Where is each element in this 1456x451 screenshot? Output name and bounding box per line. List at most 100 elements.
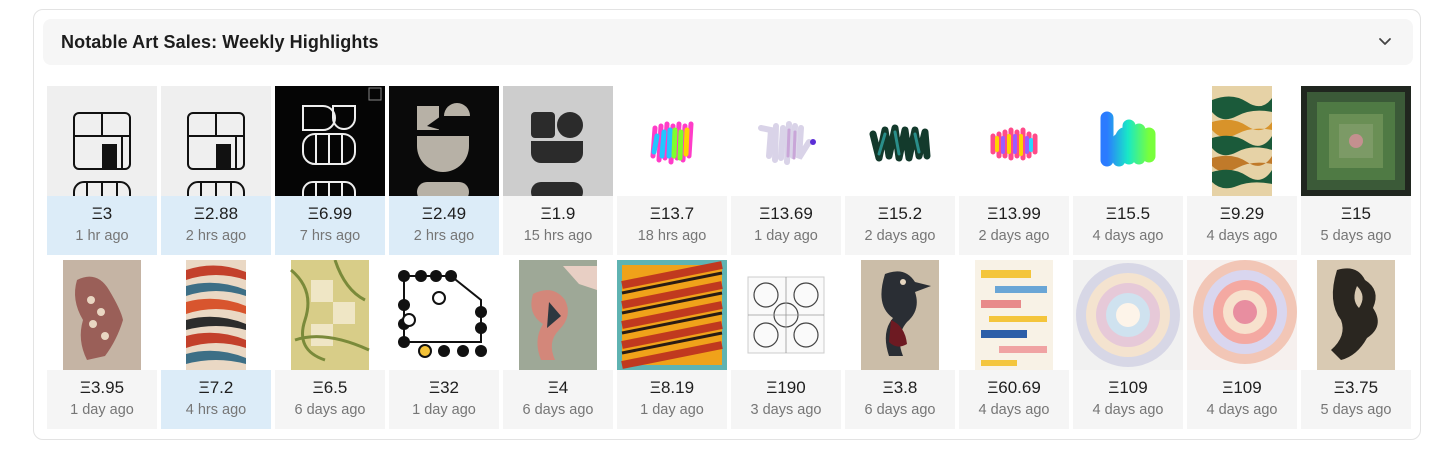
- sale-price: Ξ3: [91, 204, 113, 223]
- sale-tile[interactable]: Ξ13.7 18 hrs ago: [617, 86, 727, 255]
- sale-tile[interactable]: Ξ4 6 days ago: [503, 260, 613, 429]
- artwork-thumbnail[interactable]: [1073, 260, 1183, 370]
- sale-info: Ξ15.2 2 days ago: [845, 196, 955, 255]
- sale-tile[interactable]: Ξ190 3 days ago: [731, 260, 841, 429]
- sale-tile[interactable]: Ξ13.99 2 days ago: [959, 86, 1069, 255]
- artwork-thumbnail[interactable]: [503, 86, 613, 196]
- sale-time: 4 days ago: [1092, 402, 1164, 418]
- sale-info: Ξ2.88 2 hrs ago: [161, 196, 271, 255]
- artwork-thumbnail[interactable]: [47, 260, 157, 370]
- artwork-thumbnail[interactable]: [275, 86, 385, 196]
- sale-info: Ξ109 4 days ago: [1073, 370, 1183, 429]
- sale-tile[interactable]: Ξ2.88 2 hrs ago: [161, 86, 271, 255]
- sale-price: Ξ4: [547, 378, 569, 397]
- sale-tile[interactable]: Ξ13.69 1 day ago: [731, 86, 841, 255]
- sale-price: Ξ15.5: [1105, 204, 1151, 223]
- sale-info: Ξ9.29 4 days ago: [1187, 196, 1297, 255]
- sale-price: Ξ60.69: [987, 378, 1041, 397]
- artwork-thumbnail[interactable]: [1301, 86, 1411, 196]
- artwork-thumbnail[interactable]: [503, 260, 613, 370]
- sale-info: Ξ2.49 2 hrs ago: [389, 196, 499, 255]
- sale-tile[interactable]: Ξ109 4 days ago: [1073, 260, 1183, 429]
- sale-price: Ξ32: [429, 378, 459, 397]
- sale-time: 5 days ago: [1320, 402, 1392, 418]
- sale-info: Ξ3 1 hr ago: [47, 196, 157, 255]
- artwork-thumbnail[interactable]: [1187, 260, 1297, 370]
- artwork-thumbnail[interactable]: [1073, 86, 1183, 196]
- sale-tile[interactable]: Ξ3 1 hr ago: [47, 86, 157, 255]
- sale-tile[interactable]: Ξ3.8 6 days ago: [845, 260, 955, 429]
- artwork-thumbnail[interactable]: [1301, 260, 1411, 370]
- artwork-thumbnail[interactable]: [731, 86, 841, 196]
- sale-time: 6 days ago: [294, 402, 366, 418]
- sale-tile[interactable]: Ξ60.69 4 days ago: [959, 260, 1069, 429]
- artwork-thumbnail[interactable]: [617, 86, 727, 196]
- sale-info: Ξ13.69 1 day ago: [731, 196, 841, 255]
- artwork-thumbnail[interactable]: [959, 260, 1069, 370]
- sale-tile[interactable]: Ξ8.19 1 day ago: [617, 260, 727, 429]
- artwork-thumbnail[interactable]: [389, 260, 499, 370]
- sale-tile[interactable]: Ξ9.29 4 days ago: [1187, 86, 1297, 255]
- artwork-thumbnail[interactable]: [275, 260, 385, 370]
- sale-time: 4 days ago: [1092, 228, 1164, 244]
- sale-tile[interactable]: Ξ15 5 days ago: [1301, 86, 1411, 255]
- sale-time: 3 days ago: [750, 402, 822, 418]
- sale-price: Ξ3.95: [79, 378, 125, 397]
- sale-info: Ξ3.95 1 day ago: [47, 370, 157, 429]
- sale-price: Ξ2.49: [421, 204, 467, 223]
- sale-time: 2 days ago: [978, 228, 1050, 244]
- sale-price: Ξ9.29: [1219, 204, 1265, 223]
- artwork-thumbnail[interactable]: [161, 260, 271, 370]
- sale-tile[interactable]: Ξ109 4 days ago: [1187, 260, 1297, 429]
- sale-time: 4 days ago: [1206, 228, 1278, 244]
- sale-time: 4 days ago: [1206, 402, 1278, 418]
- sale-info: Ξ60.69 4 days ago: [959, 370, 1069, 429]
- sale-time: 4 days ago: [978, 402, 1050, 418]
- artwork-thumbnail[interactable]: [959, 86, 1069, 196]
- sale-time: 7 hrs ago: [299, 228, 361, 244]
- sale-info: Ξ15 5 days ago: [1301, 196, 1411, 255]
- sale-time: 2 hrs ago: [413, 228, 475, 244]
- sale-tile[interactable]: Ξ6.99 7 hrs ago: [275, 86, 385, 255]
- sale-tile[interactable]: Ξ3.75 5 days ago: [1301, 260, 1411, 429]
- sale-tile[interactable]: Ξ1.9 15 hrs ago: [503, 86, 613, 255]
- sale-time: 5 days ago: [1320, 228, 1392, 244]
- artwork-thumbnail[interactable]: [47, 86, 157, 196]
- artwork-thumbnail[interactable]: [845, 86, 955, 196]
- artwork-thumbnail[interactable]: [731, 260, 841, 370]
- sale-tile[interactable]: Ξ2.49 2 hrs ago: [389, 86, 499, 255]
- sale-tile[interactable]: Ξ15.2 2 days ago: [845, 86, 955, 255]
- sale-time: 2 days ago: [864, 228, 936, 244]
- sale-info: Ξ6.5 6 days ago: [275, 370, 385, 429]
- sale-time: 1 day ago: [640, 402, 704, 418]
- artwork-thumbnail[interactable]: [845, 260, 955, 370]
- sale-info: Ξ3.75 5 days ago: [1301, 370, 1411, 429]
- sale-tile[interactable]: Ξ3.95 1 day ago: [47, 260, 157, 429]
- sale-tile[interactable]: Ξ32 1 day ago: [389, 260, 499, 429]
- artwork-thumbnail[interactable]: [161, 86, 271, 196]
- sale-info: Ξ3.8 6 days ago: [845, 370, 955, 429]
- artwork-thumbnail[interactable]: [1187, 86, 1297, 196]
- sale-time: 2 hrs ago: [185, 228, 247, 244]
- sale-info: Ξ1.9 15 hrs ago: [503, 196, 613, 255]
- sale-price: Ξ6.99: [307, 204, 353, 223]
- sale-price: Ξ6.5: [312, 378, 348, 397]
- sale-tile[interactable]: Ξ7.2 4 hrs ago: [161, 260, 271, 429]
- sale-time: 1 day ago: [412, 402, 476, 418]
- sale-time: 18 hrs ago: [637, 228, 707, 244]
- sale-price: Ξ15: [1341, 204, 1371, 223]
- sale-info: Ξ13.7 18 hrs ago: [617, 196, 727, 255]
- artwork-thumbnail[interactable]: [389, 86, 499, 196]
- sale-tile[interactable]: Ξ6.5 6 days ago: [275, 260, 385, 429]
- sale-tile[interactable]: Ξ15.5 4 days ago: [1073, 86, 1183, 255]
- sale-price: Ξ1.9: [540, 204, 576, 223]
- sale-price: Ξ2.88: [193, 204, 239, 223]
- chevron-down-icon[interactable]: [1377, 33, 1393, 49]
- sale-time: 6 days ago: [864, 402, 936, 418]
- card-header[interactable]: Notable Art Sales: Weekly Highlights: [43, 19, 1413, 65]
- sale-info: Ξ109 4 days ago: [1187, 370, 1297, 429]
- sale-info: Ξ190 3 days ago: [731, 370, 841, 429]
- sale-time: 6 days ago: [522, 402, 594, 418]
- sales-row-2: Ξ3.95 1 day ago Ξ7.2 4 hrs ago Ξ6.5 6 days …: [47, 260, 1411, 429]
- artwork-thumbnail[interactable]: [617, 260, 727, 370]
